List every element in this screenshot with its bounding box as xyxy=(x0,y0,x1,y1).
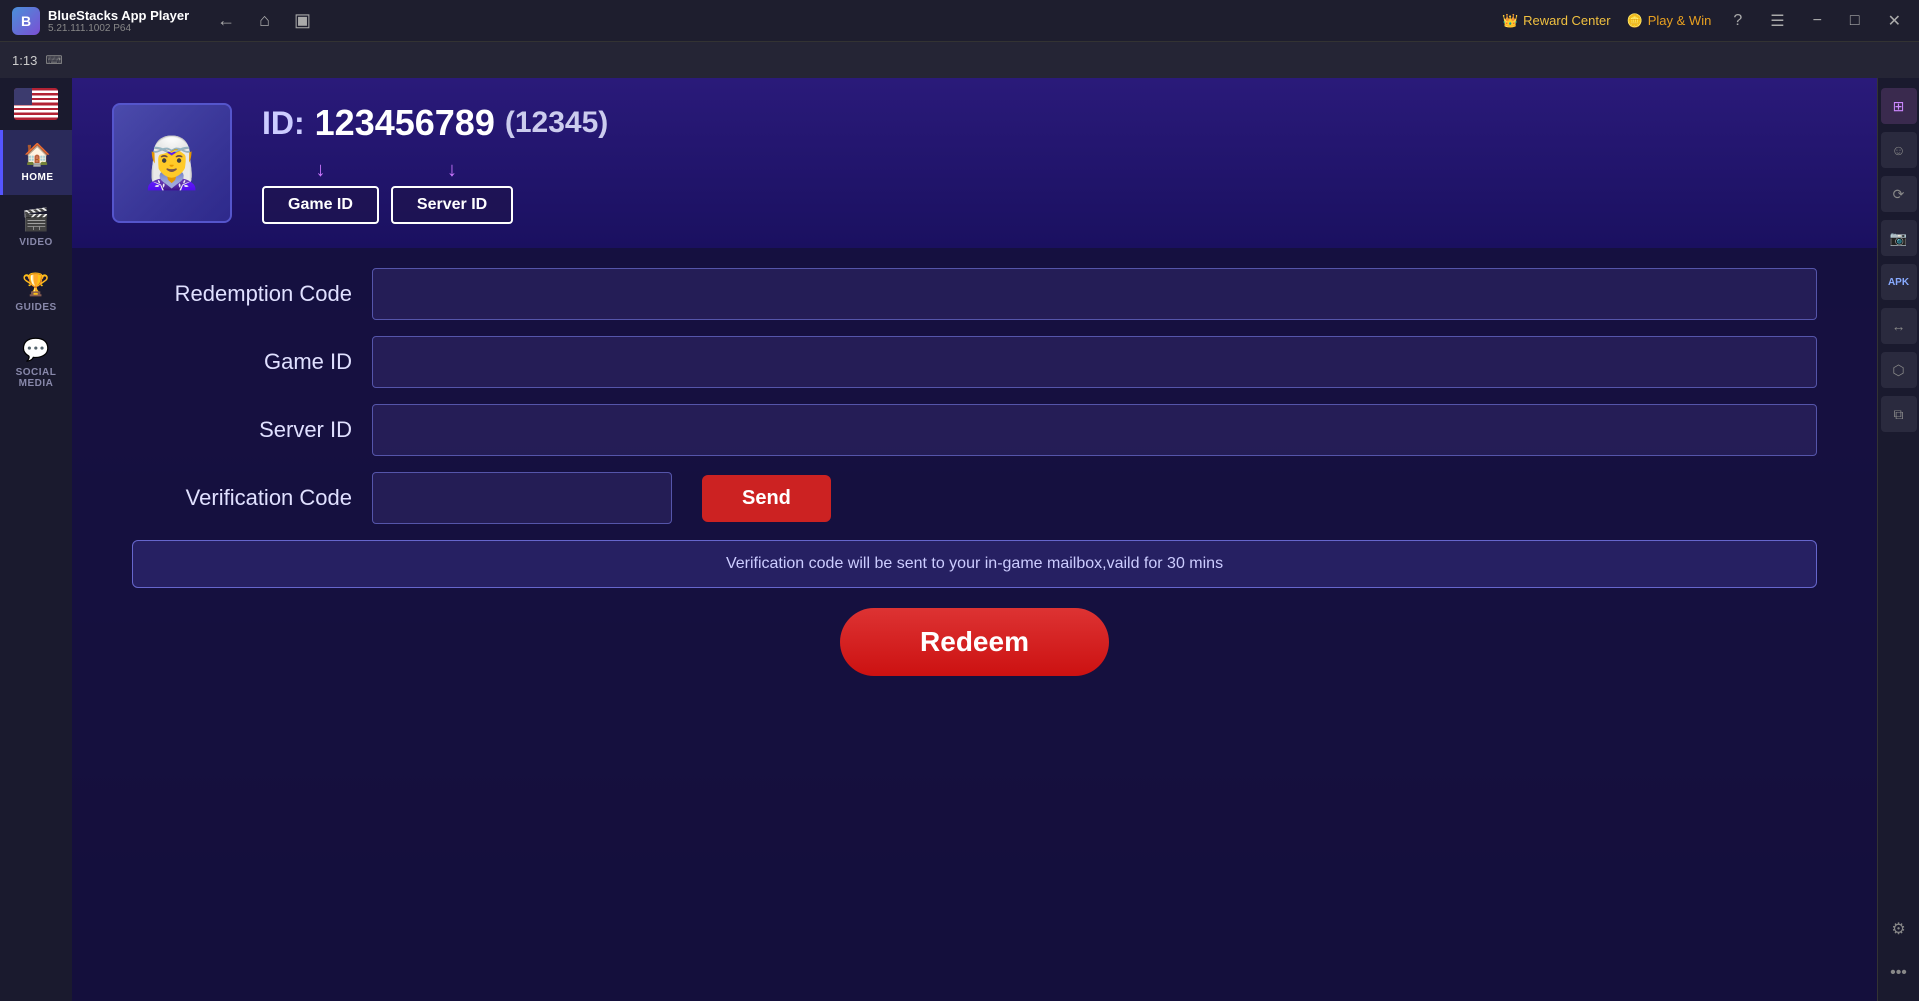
redemption-code-row: Redemption Code xyxy=(132,268,1817,320)
form-area: Redemption Code Game ID Server ID Verifi… xyxy=(72,248,1877,1001)
server-id-input[interactable] xyxy=(372,404,1817,456)
right-sidebar: ⊞ ☺ ⟳ 📷 APK ↔ ⬡ ⧉ ⚙ ••• xyxy=(1877,78,1919,1001)
right-btn-more[interactable]: ••• xyxy=(1881,955,1917,991)
right-btn-camera[interactable]: 📷 xyxy=(1881,220,1917,256)
right-btn-display[interactable]: ⊞ xyxy=(1881,88,1917,124)
reward-center-label: Reward Center xyxy=(1523,13,1610,28)
sidebar-video-label: VIDEO xyxy=(19,237,53,248)
profile-icon: ☺ xyxy=(1891,142,1905,158)
game-id-label: Game ID xyxy=(132,349,352,375)
more-icon: ••• xyxy=(1890,964,1907,982)
guides-icon: 🏆 xyxy=(22,272,49,298)
menu-button[interactable]: ☰ xyxy=(1764,9,1790,33)
time-display: 1:13 xyxy=(12,53,37,68)
right-btn-multi[interactable]: ⧉ xyxy=(1881,396,1917,432)
back-button[interactable]: ← xyxy=(209,6,243,35)
id-label: ID: xyxy=(262,105,305,142)
verification-code-row: Verification Code Send xyxy=(132,472,1817,524)
right-btn-settings[interactable]: ⚙ xyxy=(1881,911,1917,947)
server-id-arrow: ↓ xyxy=(447,159,457,182)
crown-icon: 👑 xyxy=(1502,13,1518,29)
server-id-button[interactable]: Server ID xyxy=(391,186,513,224)
right-btn-macro[interactable]: ⬡ xyxy=(1881,352,1917,388)
server-id-group: ↓ Server ID xyxy=(391,159,513,224)
rotate-icon: ⟳ xyxy=(1893,186,1905,203)
right-btn-apk[interactable]: APK xyxy=(1881,264,1917,300)
language-flag[interactable] xyxy=(14,88,58,120)
macro-icon: ⬡ xyxy=(1892,362,1904,379)
right-btn-resize[interactable]: ↔ xyxy=(1881,308,1917,344)
app-title-group: BlueStacks App Player 5.21.111.1002 P64 xyxy=(48,8,189,34)
reward-center-button[interactable]: 👑 Reward Center xyxy=(1502,13,1611,29)
right-btn-rotate[interactable]: ⟳ xyxy=(1881,176,1917,212)
verification-code-label: Verification Code xyxy=(132,485,352,511)
main-layout: 🏠 HOME 🎬 VIDEO 🏆 GUIDES 💬 SOCIAL MEDIA 🧝… xyxy=(0,78,1919,1001)
sidebar-item-video[interactable]: 🎬 VIDEO xyxy=(0,195,72,260)
redemption-code-label: Redemption Code xyxy=(132,281,352,307)
server-id-row: Server ID xyxy=(132,404,1817,456)
app-name: BlueStacks App Player xyxy=(48,8,189,23)
sidebar-item-home[interactable]: 🏠 HOME xyxy=(0,130,72,195)
camera-icon: 📷 xyxy=(1890,230,1907,247)
sidebar-item-social[interactable]: 💬 SOCIAL MEDIA xyxy=(0,325,72,401)
resize-icon: ↔ xyxy=(1892,318,1906,334)
game-id-group: ↓ Game ID xyxy=(262,159,379,224)
info-note: Verification code will be sent to your i… xyxy=(132,540,1817,588)
left-sidebar: 🏠 HOME 🎬 VIDEO 🏆 GUIDES 💬 SOCIAL MEDIA xyxy=(0,78,72,1001)
character-avatar: 🧝‍♀️ xyxy=(112,103,232,223)
top-banner: 🧝‍♀️ ID: 123456789 (12345) ↓ Game ID xyxy=(72,78,1877,248)
game-id-button[interactable]: Game ID xyxy=(262,186,379,224)
redemption-code-input[interactable] xyxy=(372,268,1817,320)
multi-icon: ⧉ xyxy=(1894,406,1904,423)
game-id-arrow: ↓ xyxy=(315,159,325,182)
server-id-label: Server ID xyxy=(132,417,352,443)
title-bar: B BlueStacks App Player 5.21.111.1002 P6… xyxy=(0,0,1919,42)
verification-code-input[interactable] xyxy=(372,472,672,524)
id-section: ID: 123456789 (12345) ↓ Game ID ↓ Server… xyxy=(262,102,608,224)
apk-icon: APK xyxy=(1888,277,1909,288)
title-bar-right: 👑 Reward Center 🪙 Play & Win ? ☰ − □ ✕ xyxy=(1502,9,1907,33)
keyboard-icon[interactable]: ⌨ xyxy=(45,53,62,67)
sidebar-guides-label: GUIDES xyxy=(15,302,56,313)
game-id-input[interactable] xyxy=(372,336,1817,388)
player-id: 123456789 xyxy=(315,102,495,144)
id-buttons: ↓ Game ID ↓ Server ID xyxy=(262,159,608,224)
help-button[interactable]: ? xyxy=(1727,10,1748,32)
server-id-display: (12345) xyxy=(505,106,608,140)
tabs-button[interactable]: ▣ xyxy=(286,6,319,35)
avatar-emoji: 🧝‍♀️ xyxy=(141,134,203,193)
us-flag-icon xyxy=(14,88,58,120)
address-bar: 1:13 ⌨ xyxy=(0,42,1919,78)
settings-icon: ⚙ xyxy=(1891,919,1905,939)
social-icon: 💬 xyxy=(22,337,49,363)
nav-buttons: ← ⌂ ▣ xyxy=(209,6,319,35)
sidebar-item-guides[interactable]: 🏆 GUIDES xyxy=(0,260,72,325)
id-display: ID: 123456789 (12345) xyxy=(262,102,608,144)
game-area: 🧝‍♀️ ID: 123456789 (12345) ↓ Game ID xyxy=(72,78,1877,1001)
play-win-label: Play & Win xyxy=(1648,13,1712,28)
sidebar-social-label: SOCIAL MEDIA xyxy=(6,367,66,389)
coin-icon: 🪙 xyxy=(1627,13,1643,29)
display-icon: ⊞ xyxy=(1893,98,1905,115)
redeem-button[interactable]: Redeem xyxy=(840,608,1109,676)
game-id-row: Game ID xyxy=(132,336,1817,388)
app-logo: B xyxy=(12,7,40,35)
app-version: 5.21.111.1002 P64 xyxy=(48,23,189,34)
right-btn-profile[interactable]: ☺ xyxy=(1881,132,1917,168)
play-win-button[interactable]: 🪙 Play & Win xyxy=(1627,13,1712,29)
maximize-button[interactable]: □ xyxy=(1844,10,1866,32)
send-button[interactable]: Send xyxy=(702,475,831,522)
minimize-button[interactable]: − xyxy=(1807,10,1828,32)
home-icon: 🏠 xyxy=(24,142,51,168)
home-button[interactable]: ⌂ xyxy=(251,6,278,35)
video-icon: 🎬 xyxy=(22,207,49,233)
close-button[interactable]: ✕ xyxy=(1882,9,1907,33)
sidebar-home-label: HOME xyxy=(22,172,54,183)
